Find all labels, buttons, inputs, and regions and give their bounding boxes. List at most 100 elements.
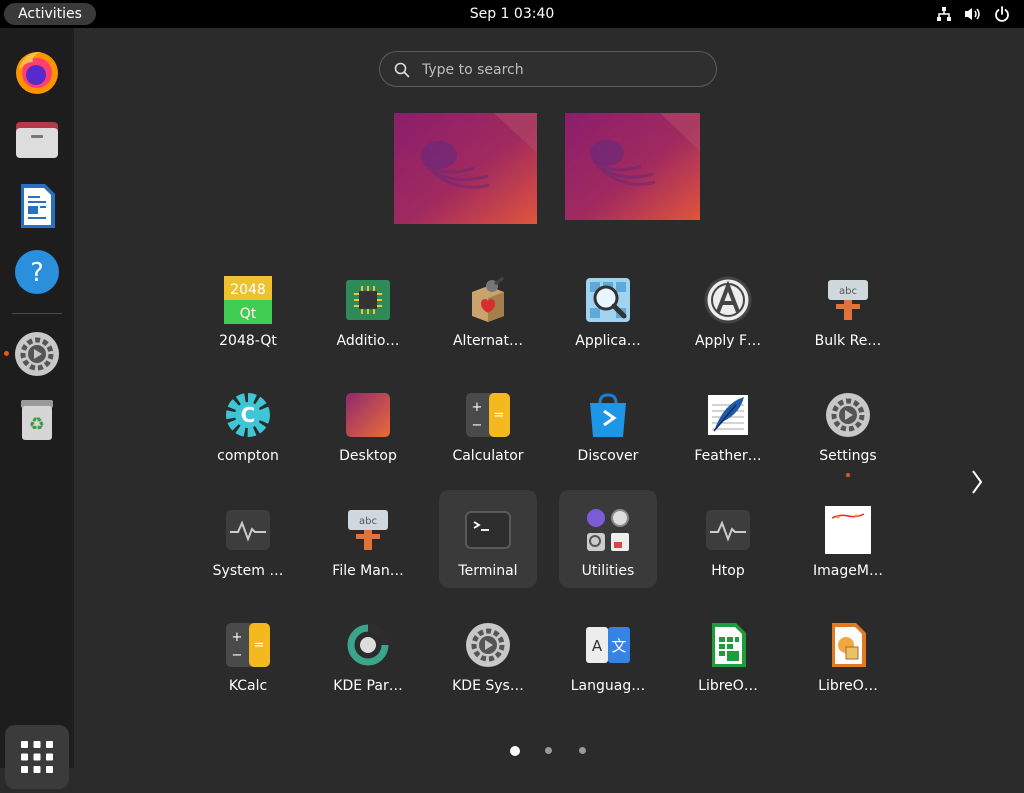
svg-text:=: = [494,408,505,423]
svg-text:abc: abc [359,516,377,527]
running-indicator [846,473,850,477]
dock-firefox[interactable] [13,48,61,96]
app-bulk-rename[interactable]: abc Bulk Re… [799,264,897,362]
dock-help[interactable]: ? [13,248,61,296]
svg-text:+: + [472,400,483,415]
top-bar: Activities Sep 1 03:40 [0,0,1024,28]
kcalc-icon: + − = [226,623,270,667]
app-label: Alternat… [452,333,524,349]
compton-icon: C [226,393,270,437]
app-imagemagick[interactable]: ImageM… [799,494,897,592]
power-icon[interactable] [994,6,1010,22]
chip-icon [346,280,390,320]
svg-text:♻: ♻ [29,414,45,435]
svg-text:A: A [592,637,603,655]
desktop-icon [346,393,390,437]
app-label: Feather… [694,448,762,464]
app-calculator[interactable]: + − = Calculator [439,379,537,477]
files-icon [16,122,58,158]
running-indicator [4,351,9,356]
workspace-thumbnail-2[interactable] [565,113,700,220]
page-indicator-2[interactable] [545,747,552,754]
app-libreoffice-calc[interactable]: LibreO… [679,609,777,707]
app-terminal[interactable]: Terminal [439,490,537,588]
settings-icon [15,332,59,376]
show-apps-button[interactable] [5,725,69,789]
app-label: Utilities [581,563,635,579]
network-icon[interactable] [936,6,952,22]
chevron-right-icon [972,470,983,494]
bulk-rename-icon: abc [828,280,868,320]
app-kde-partition-manager[interactable]: KDE Par… [319,609,417,707]
app-label: Calculator [452,448,524,464]
svg-text:abc: abc [839,286,857,297]
page-indicator-1[interactable] [510,746,520,756]
app-label: KDE Par… [333,678,403,694]
svg-text:文: 文 [611,637,626,655]
help-icon: ? [15,250,59,294]
kde-partition-icon [347,624,389,666]
app-label: LibreO… [698,678,758,694]
wallpaper-thumbnail [565,113,700,220]
trash-icon: ♻ [21,400,53,440]
dock-trash[interactable]: ♻ [13,396,61,444]
dock-libreoffice-writer[interactable] [13,182,61,230]
kde-system-settings-icon [466,623,510,667]
app-label: Applica… [575,333,641,349]
calc-icon [712,623,746,667]
app-finder-icon [586,278,630,322]
app-kde-system-settings[interactable]: KDE Sys… [439,609,537,707]
dock-settings[interactable] [13,330,61,378]
svg-text:=: = [254,638,265,653]
app-kcalc[interactable]: + − = KCalc [199,609,297,707]
search-bar[interactable] [379,51,717,88]
app-label: Apply F… [694,333,762,349]
svg-text:2048: 2048 [230,282,266,298]
page-indicator-3[interactable] [579,747,586,754]
svg-text:C: C [241,403,256,427]
app-label: Languag… [570,678,646,694]
next-page-button[interactable] [968,468,986,496]
app-feather-pad[interactable]: Feather… [679,379,777,477]
app-label: Desktop [339,448,397,464]
app-label: ImageM… [813,563,883,579]
app-apply-full-upgrade[interactable]: Apply F… [679,264,777,362]
app-2048-qt[interactable]: 2048 Qt 2048-Qt [199,264,297,362]
app-settings[interactable]: Settings [799,379,897,477]
system-tray[interactable] [936,0,1010,28]
app-language-support[interactable]: A 文 Languag… [559,609,657,707]
app-label: KDE Sys… [452,678,524,694]
settings-icon [826,393,870,437]
app-desktop[interactable]: Desktop [319,379,417,477]
app-label: File Man… [332,563,404,579]
app-label: 2048-Qt [219,333,277,349]
app-system-monitor[interactable]: System … [199,494,297,592]
app-htop[interactable]: Htop [679,494,777,592]
app-file-manager[interactable]: abc File Man… [319,494,417,592]
app-label: compton [217,448,279,464]
app-discover[interactable]: Discover [559,379,657,477]
app-utilities-folder[interactable]: Utilities [559,490,657,588]
volume-icon[interactable] [964,6,982,22]
dock-files[interactable] [13,116,61,164]
box-icon [472,276,504,322]
wallpaper-thumbnail [394,113,537,224]
app-additional-drivers[interactable]: Additio… [319,264,417,362]
htop-icon [706,510,750,550]
file-manager-icon: abc [348,510,388,550]
app-libreoffice-draw[interactable]: LibreO… [799,609,897,707]
app-application-finder[interactable]: Applica… [559,264,657,362]
app-label: Terminal [458,563,518,579]
app-label: Settings [819,448,877,464]
app-label: Discover [577,448,639,464]
workspace-thumbnail-1[interactable] [394,113,537,224]
clock[interactable]: Sep 1 03:40 [0,0,1024,28]
imagemagick-icon [825,506,871,554]
svg-text:−: − [232,648,243,663]
search-input[interactable] [420,52,704,88]
app-alternatives[interactable]: Alternat… [439,264,537,362]
terminal-icon [465,511,511,549]
app-compton[interactable]: C compton [199,379,297,477]
2048-icon: 2048 Qt [224,276,272,324]
svg-text:?: ? [30,258,44,288]
